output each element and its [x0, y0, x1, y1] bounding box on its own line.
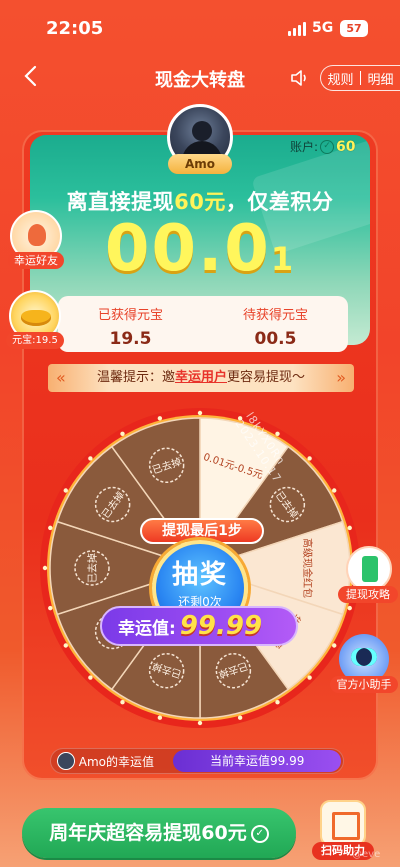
watermark: @eve: [352, 849, 381, 860]
rim-light: [275, 700, 280, 705]
details-button[interactable]: 明细: [361, 69, 400, 88]
points-tail: 1: [270, 240, 296, 278]
headline-prefix: 离直接提现: [66, 190, 175, 214]
withdraw-guide-button[interactable]: 提现攻略: [338, 546, 398, 606]
chevrons-left-icon: «: [56, 368, 66, 387]
chevrons-right-icon: »: [336, 368, 346, 387]
ingot-stats: 已获得元宝 19.5 待获得元宝 00.5: [58, 296, 348, 352]
rim-light: [157, 715, 163, 720]
tip-banner[interactable]: « 温馨提示：邀幸运用户更容易提现～ »: [48, 364, 354, 392]
luck-value-banner: 幸运值: 99.99: [100, 606, 298, 646]
yuanbao-button[interactable]: 元宝:19.5: [6, 290, 64, 350]
network-label: 5G: [312, 20, 334, 36]
tip-suffix: 更容易提现～: [227, 370, 306, 385]
rim-light: [120, 431, 125, 436]
luck-owner: Amo的幸运值: [78, 754, 155, 769]
rim-light: [275, 431, 280, 436]
rim-light: [307, 675, 312, 680]
pending-stat: 待获得元宝 00.5: [203, 304, 348, 349]
rim-light: [157, 416, 163, 421]
headline-suffix: ，仅差积分: [225, 190, 334, 214]
luck-current: 当前幸运值99.99: [173, 750, 341, 772]
guide-label: 提现攻略: [338, 586, 398, 603]
rim-light: [197, 720, 203, 726]
account-amount: 60: [336, 138, 356, 155]
rim-light: [332, 488, 337, 493]
check-circle-icon: ✓: [320, 139, 335, 154]
qr-code-icon: [320, 800, 366, 846]
mini-avatar: [57, 752, 75, 770]
points-main: 00.0: [104, 212, 271, 286]
sound-button[interactable]: [290, 68, 310, 88]
pending-value: 00.5: [254, 329, 297, 349]
rim-light: [63, 643, 68, 648]
rim-light: [48, 605, 53, 611]
luck-label: 幸运值:: [118, 618, 176, 639]
official-helper-button[interactable]: 官方小助手: [330, 634, 398, 694]
headline-amount: 60元: [174, 190, 226, 214]
helper-label: 官方小助手: [330, 676, 398, 693]
signal-icon: [288, 22, 306, 36]
cta-label: 周年庆超容易提现60元: [49, 822, 247, 844]
rim-light: [347, 525, 352, 531]
rim-light: [42, 565, 48, 571]
luck-progress-bar: Amo的幸运值 当前幸运值99.99: [50, 748, 344, 774]
wheel-segment-label: 高级现金红包: [301, 538, 314, 598]
rim-light: [120, 700, 125, 705]
account-label: 账户:: [290, 140, 319, 154]
withdraw-cta-button[interactable]: 周年庆超容易提现60元 ✓: [22, 808, 296, 858]
points-needed: 00.01: [30, 212, 370, 286]
status-time: 22:05: [46, 18, 104, 39]
rim-light: [88, 456, 93, 461]
earned-label: 已获得元宝: [97, 308, 163, 323]
rim-light: [307, 456, 312, 461]
account-balance[interactable]: 账户: ✓ 60: [290, 138, 356, 155]
rim-light: [347, 605, 352, 611]
pending-label: 待获得元宝: [242, 308, 308, 323]
wheel-segment-label: 已去掉: [86, 553, 99, 583]
tip-prefix: 温馨提示：邀: [96, 370, 175, 385]
lucky-friend-label: 幸运好友: [8, 252, 64, 269]
user-name: Amo: [168, 154, 232, 174]
rules-button[interactable]: 规则: [321, 69, 360, 88]
rim-light: [48, 525, 53, 531]
battery-icon: 57: [340, 20, 368, 37]
rim-light: [197, 410, 203, 416]
rim-light: [237, 715, 243, 720]
yuanbao-label: 元宝:19.5: [6, 332, 64, 349]
earned-value: 19.5: [109, 329, 152, 349]
lucky-friend-button[interactable]: 幸运好友: [8, 210, 64, 270]
rules-details-pill: 规则 明细: [320, 65, 400, 91]
luck-value: 99.99: [179, 611, 263, 641]
rim-light: [88, 675, 93, 680]
speaker-icon: [291, 70, 306, 86]
tip-link[interactable]: 幸运用户: [175, 370, 227, 385]
draw-label: 抽奖: [171, 560, 228, 590]
earned-stat: 已获得元宝 19.5: [58, 304, 203, 349]
rim-light: [63, 488, 68, 493]
check-circle-icon: ✓: [250, 824, 269, 843]
